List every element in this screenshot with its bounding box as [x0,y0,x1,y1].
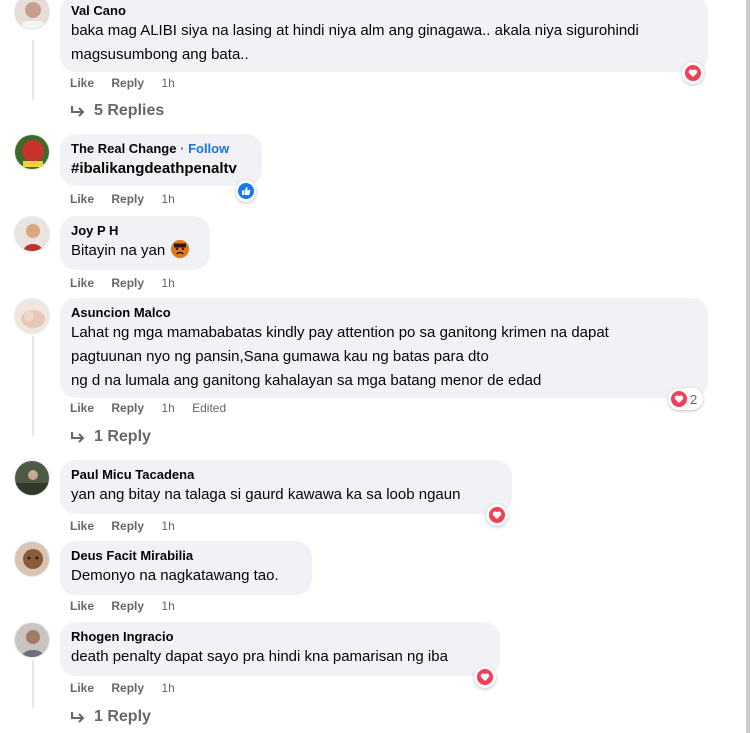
comment-author[interactable]: Rhogen Ingracio [71,628,489,645]
heart-icon [685,65,701,81]
reply-arrow-icon [71,712,85,723]
comment-time[interactable]: 1h [161,401,174,415]
reply-button[interactable]: Reply [111,681,144,695]
comment-author-row: The Real Change · Follow [71,140,251,157]
follow-button[interactable]: Follow [188,141,229,156]
reply-button[interactable]: Reply [111,276,144,290]
like-button[interactable]: Like [70,681,94,695]
avatar[interactable] [14,134,50,170]
reaction-badge[interactable] [236,180,256,202]
avatar[interactable] [14,460,50,496]
replies-label: 1 Reply [94,428,151,445]
replies-label: 1 Reply [94,708,151,725]
comment-time[interactable]: 1h [161,599,174,613]
edited-label[interactable]: Edited [192,401,226,415]
avatar[interactable] [14,0,50,30]
like-icon [238,183,254,199]
comment-text-line: #ibalikangdeathpenaltv [71,160,237,177]
angry-face-icon [171,240,190,258]
thread-line [32,40,34,100]
comment-bubble: Joy P H Bitayin na yan [60,216,210,270]
reply-button[interactable]: Reply [111,76,144,90]
heart-icon [671,391,687,407]
avatar[interactable] [14,216,50,252]
comment-text-line: baka mag ALIBI siya na lasing at hindi n… [71,22,639,39]
like-button[interactable]: Like [70,276,94,290]
thread-line [32,660,34,708]
comment-time[interactable]: 1h [161,276,174,290]
separator-dot: · [180,141,185,156]
comment-text-line: ng d na lumala ang ganitong kahalayan sa… [71,372,542,389]
comment-author[interactable]: Joy P H [71,222,199,239]
comment-time[interactable]: 1h [161,681,174,695]
comment-bubble: Rhogen Ingracio death penalty dapat sayo… [60,622,500,676]
comment-time[interactable]: 1h [161,76,174,90]
comment-text-line: Demonyo na nagkatawang tao. [71,567,279,584]
comment-actions: Like Reply 1h [70,519,189,533]
comment-actions: Like Reply 1h [70,76,189,90]
comment-actions: Like Reply 1h Edited [70,401,226,415]
view-replies-button[interactable]: 1 Reply [70,428,151,446]
heart-icon [477,669,493,685]
scrollbar[interactable] [746,0,750,733]
comments-section: Val Cano baka mag ALIBI siya na lasing a… [0,0,750,733]
comment-text-line: yan ang bitay na talaga si gaurd kawawa … [71,486,461,503]
reply-arrow-icon [71,106,85,117]
avatar[interactable] [14,298,50,334]
comment-actions: Like Reply 1h [70,276,189,290]
comment-text-line: magsusumbong ang bata.. [71,46,249,63]
comment-text-line: pagtuunan nyo ng pansin,Sana gumawa kau … [71,348,489,365]
reaction-badge[interactable] [486,504,508,526]
comment-author[interactable]: Asuncion Malco [71,304,697,321]
like-button[interactable]: Like [70,76,94,90]
reply-button[interactable]: Reply [111,192,144,206]
comment-bubble: Deus Facit Mirabilia Demonyo na nagkataw… [60,541,312,595]
comment-actions: Like Reply 1h [70,599,189,613]
view-replies-button[interactable]: 1 Reply [70,708,151,726]
comment-bubble: Paul Micu Tacadena yan ang bitay na tala… [60,460,512,514]
comment-time[interactable]: 1h [161,519,174,533]
reply-button[interactable]: Reply [111,599,144,613]
thread-line [32,336,34,436]
heart-icon [489,507,505,523]
comment-text-line: Bitayin na yan [71,242,166,259]
comment-bubble: Val Cano baka mag ALIBI siya na lasing a… [60,0,708,72]
comment-author[interactable]: Val Cano [71,2,697,19]
reaction-badge[interactable] [474,666,496,688]
reply-button[interactable]: Reply [111,401,144,415]
comment-text-row: Bitayin na yan [71,239,199,263]
comment-text-line: Lahat ng mga mamababatas kindly pay atte… [71,324,609,341]
comment-text-line: death penalty dapat sayo pra hindi kna p… [71,648,448,665]
comment-actions: Like Reply 1h [70,192,189,206]
like-button[interactable]: Like [70,599,94,613]
reply-arrow-icon [71,432,85,443]
comment-time[interactable]: 1h [161,192,174,206]
like-button[interactable]: Like [70,519,94,533]
like-button[interactable]: Like [70,192,94,206]
reaction-badge[interactable]: 2 [668,388,704,410]
comment-author[interactable]: Paul Micu Tacadena [71,466,501,483]
avatar[interactable] [14,541,50,577]
reaction-badge[interactable] [682,62,704,84]
view-replies-button[interactable]: 5 Replies [70,102,164,120]
comment-bubble: The Real Change · Follow #ibalikangdeath… [60,134,262,186]
like-button[interactable]: Like [70,401,94,415]
avatar[interactable] [14,622,50,658]
comment-bubble: Asuncion Malco Lahat ng mga mamababatas … [60,298,708,398]
replies-label: 5 Replies [94,102,165,119]
comment-author[interactable]: Deus Facit Mirabilia [71,547,301,564]
comment-actions: Like Reply 1h [70,681,189,695]
reply-button[interactable]: Reply [111,519,144,533]
reaction-count: 2 [690,391,698,407]
comment-author[interactable]: The Real Change [71,141,176,156]
